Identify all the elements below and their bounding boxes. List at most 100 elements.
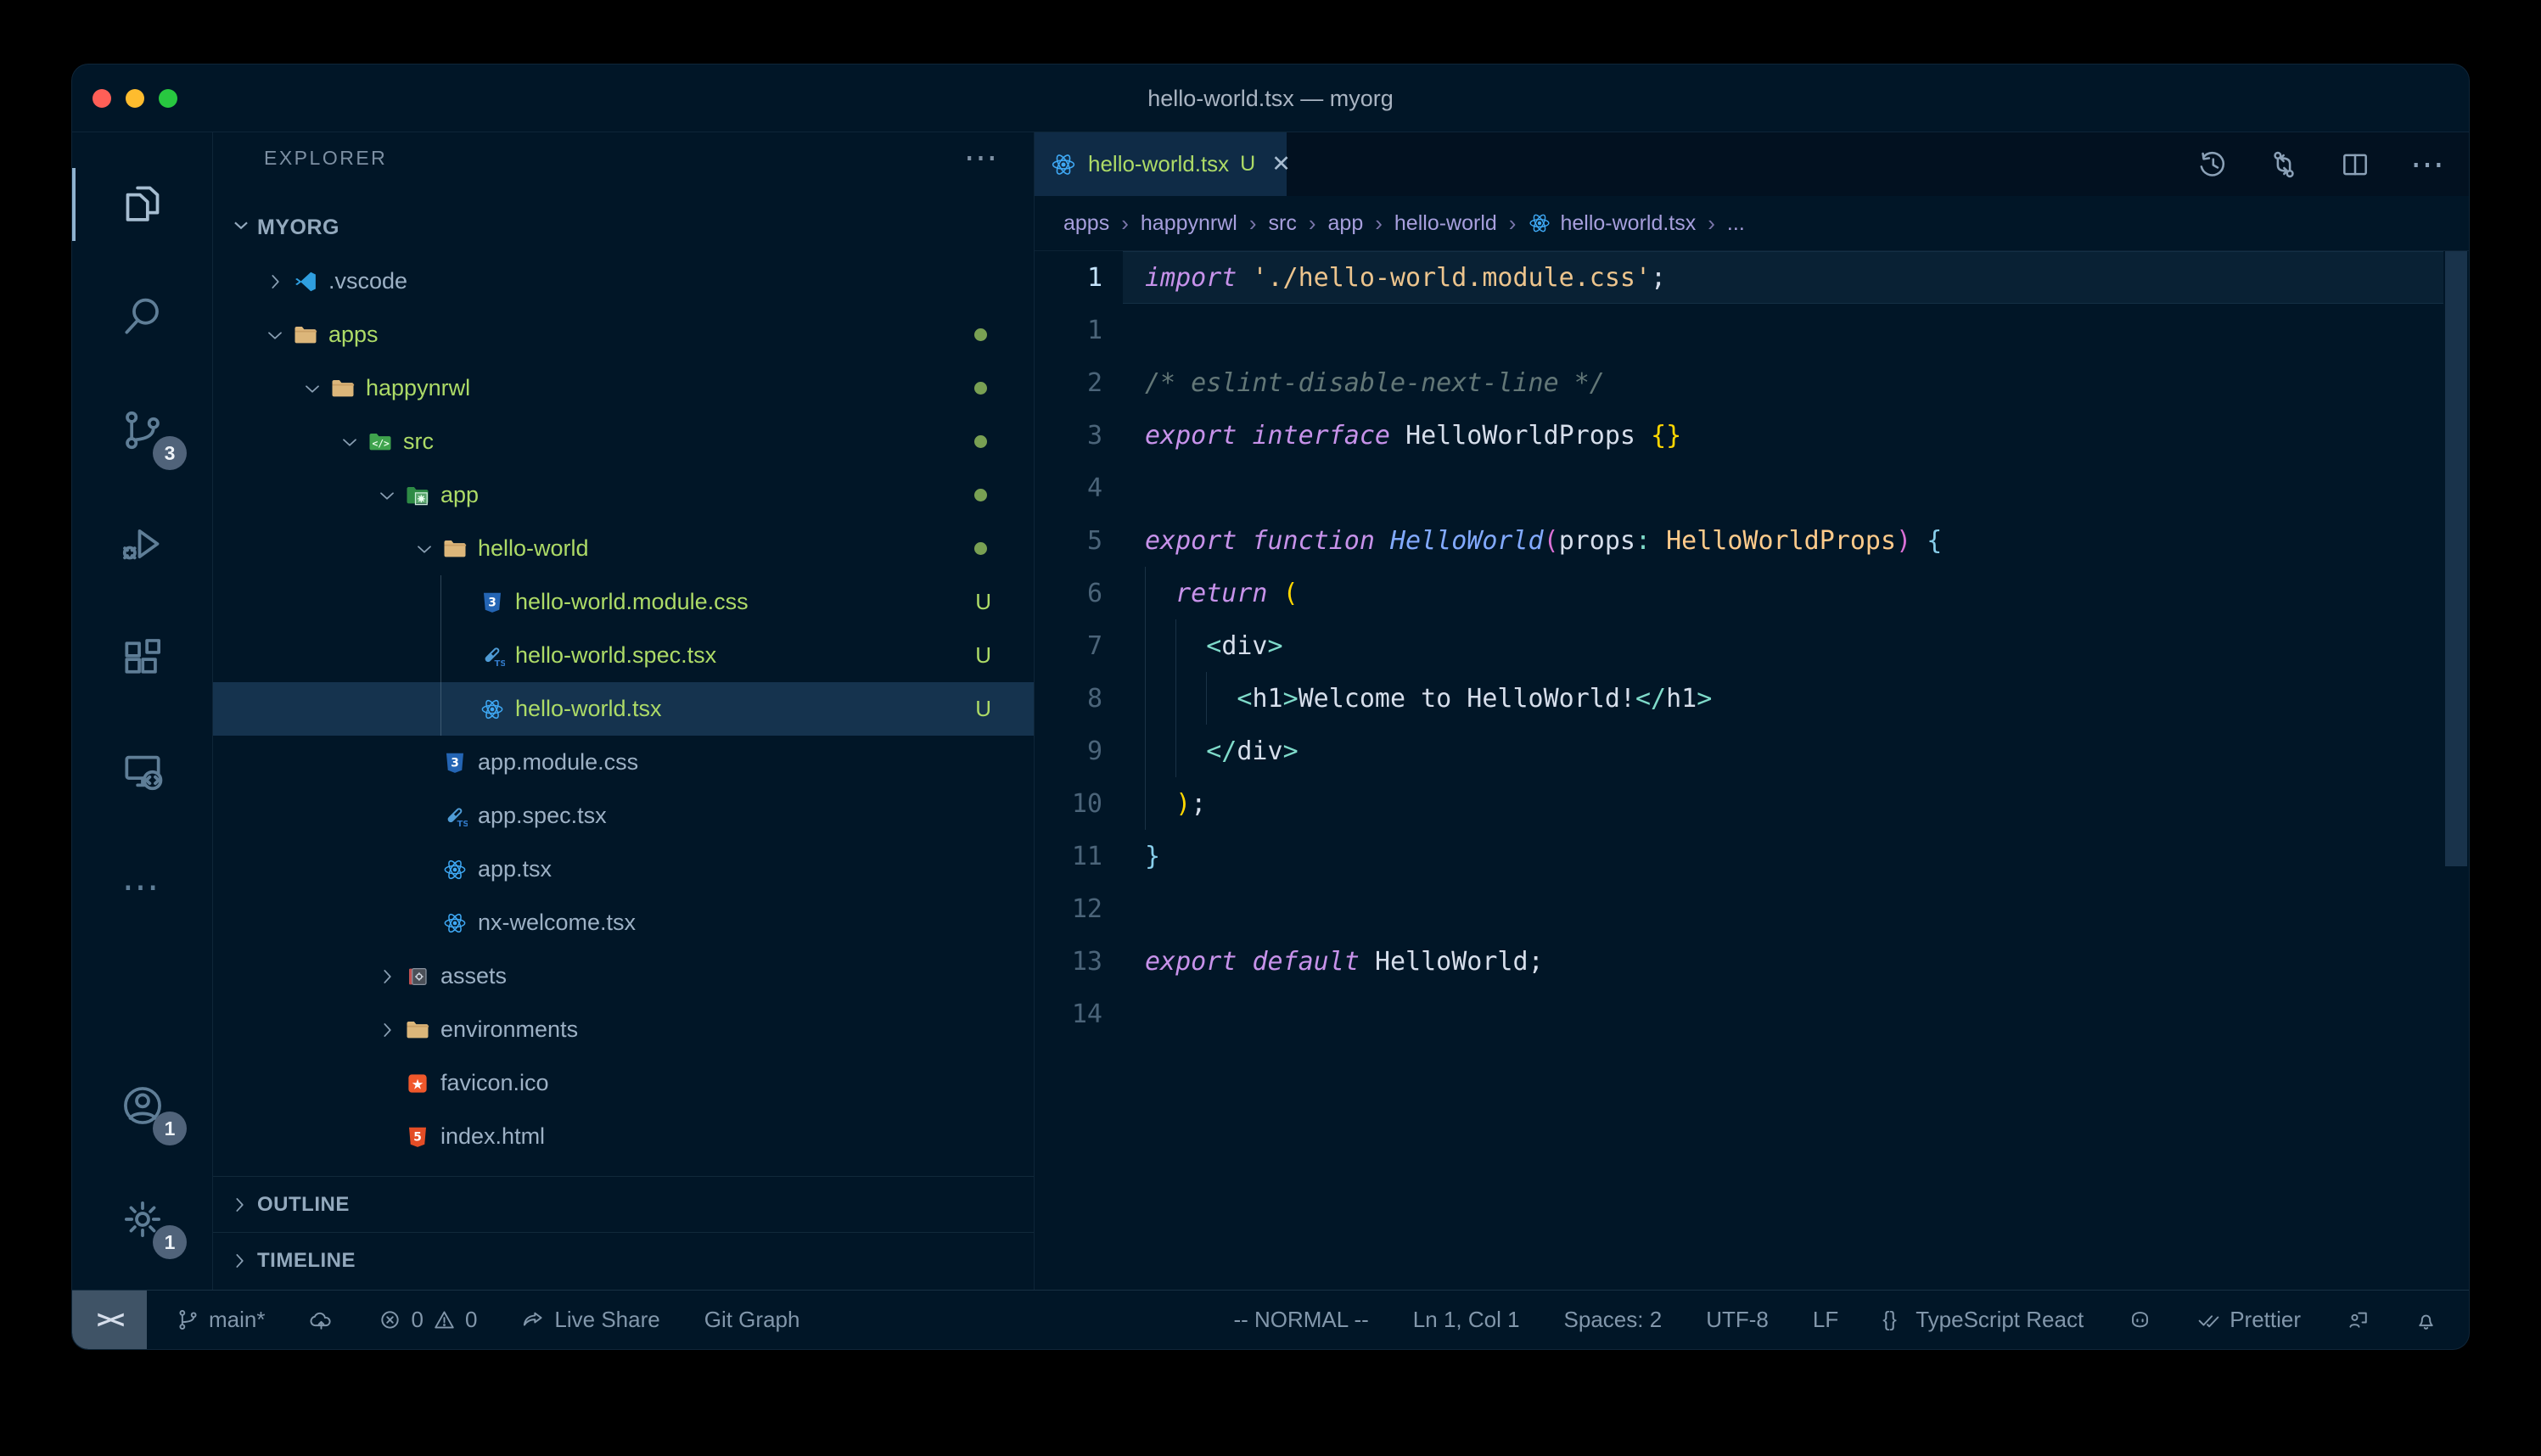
status-cursor-position[interactable]: Ln 1, Col 1: [1413, 1307, 1520, 1333]
breadcrumb-item[interactable]: src: [1269, 211, 1297, 236]
activity-search[interactable]: [72, 261, 212, 375]
split-editor-button[interactable]: [2339, 148, 2371, 181]
tree-item-happynrwl[interactable]: happynrwl: [213, 361, 1034, 415]
run-debug-icon: [119, 520, 166, 572]
status-vim-mode[interactable]: -- NORMAL --: [1233, 1307, 1368, 1333]
code-line[interactable]: 11}: [1035, 830, 2469, 882]
tree-item-hello-world-spec-tsx[interactable]: TShello-world.spec.tsxU: [213, 629, 1034, 682]
chevron-down-icon: [264, 324, 293, 346]
line-number: 5: [1035, 526, 1102, 556]
open-changes-button[interactable]: [2268, 148, 2300, 181]
code-line[interactable]: 9 </div>: [1035, 725, 2469, 777]
folder-icon: [405, 1017, 430, 1043]
tree-item-apps[interactable]: apps: [213, 308, 1034, 361]
activity-extensions[interactable]: [72, 602, 212, 716]
code-line[interactable]: 6 return (: [1035, 567, 2469, 619]
breadcrumb-separator: ›: [1249, 210, 1257, 237]
breadcrumb-separator: ›: [1509, 210, 1517, 237]
breadcrumb-label: src: [1269, 211, 1297, 236]
close-tab-icon[interactable]: ✕: [1271, 151, 1291, 177]
breadcrumb-item[interactable]: hello-world.tsx: [1528, 211, 1696, 236]
code-editor[interactable]: 1import './hello-world.module.css';12/* …: [1035, 251, 2469, 1040]
code-line[interactable]: 12: [1035, 882, 2469, 935]
git-modified-dot: [974, 328, 987, 341]
breadcrumb-item[interactable]: ...: [1727, 211, 1745, 236]
code-text: </div>: [1145, 736, 1299, 766]
status-prettier[interactable]: Prettier: [2196, 1307, 2301, 1333]
code-line[interactable]: 3export interface HelloWorldProps {}: [1035, 409, 2469, 462]
section-outline[interactable]: OUTLINE: [213, 1176, 1034, 1232]
code-line[interactable]: 8 <h1>Welcome to HelloWorld!</h1>: [1035, 672, 2469, 725]
code-line[interactable]: 2/* eslint-disable-next-line */: [1035, 356, 2469, 409]
activity-remote-explorer[interactable]: [72, 716, 212, 830]
breadcrumb-item[interactable]: happynrwl: [1141, 211, 1237, 236]
tree-item-environments[interactable]: environments: [213, 1003, 1034, 1056]
double-check-icon: [2196, 1308, 2221, 1332]
chevron-down-icon: [339, 431, 367, 453]
tree-item-hello-world[interactable]: hello-world: [213, 522, 1034, 575]
tree-item-app-module-css[interactable]: 3app.module.css: [213, 736, 1034, 789]
remote-indicator[interactable]: ><: [72, 1291, 147, 1349]
status-language-mode[interactable]: {}TypeScript React: [1882, 1307, 2084, 1333]
code-line[interactable]: 7 <div>: [1035, 619, 2469, 672]
status-problems[interactable]: 00: [378, 1307, 477, 1333]
status-sync[interactable]: [309, 1308, 334, 1332]
status-git-graph[interactable]: Git Graph: [704, 1307, 800, 1333]
code-line[interactable]: 10 );: [1035, 777, 2469, 830]
code-line[interactable]: 1import './hello-world.module.css';: [1035, 251, 2469, 304]
tree-item-hello-world-tsx[interactable]: hello-world.tsxU: [213, 682, 1034, 736]
status-feedback[interactable]: [2345, 1308, 2370, 1332]
status-eol[interactable]: LF: [1813, 1307, 1838, 1333]
tab-bar: hello-world.tsx U ✕ ⋯: [1035, 132, 2469, 196]
code-line[interactable]: 13export default HelloWorld;: [1035, 935, 2469, 988]
explorer-sidebar: EXPLORER ⋯ MYORG .vscode apps happynrwl</>…: [213, 132, 1035, 1290]
activity-accounts[interactable]: 1: [72, 1050, 212, 1164]
tree-item-app-tsx[interactable]: app.tsx: [213, 843, 1034, 896]
breadcrumb-item[interactable]: apps: [1063, 211, 1109, 236]
git-untracked-badge: U: [975, 642, 991, 669]
code-line[interactable]: 14: [1035, 988, 2469, 1040]
status-notifications[interactable]: [2414, 1308, 2438, 1332]
tree-item-assets[interactable]: assets: [213, 949, 1034, 1003]
editor-scrollbar[interactable]: [2445, 251, 2467, 866]
explorer-more-actions-icon[interactable]: ⋯: [964, 138, 1001, 177]
workspace-section-header[interactable]: MYORG: [213, 200, 1034, 255]
line-number: 9: [1035, 736, 1102, 766]
file-label: apps: [328, 322, 974, 348]
breadcrumb-item[interactable]: app: [1328, 211, 1364, 236]
file-label: hello-world.tsx: [515, 696, 975, 722]
section-timeline[interactable]: TIMELINE: [213, 1232, 1034, 1288]
code-line[interactable]: 5 export function HelloWorld(props: Hello…: [1035, 514, 2469, 567]
status-live-share[interactable]: Live Share: [521, 1307, 659, 1333]
code-line[interactable]: 4: [1035, 462, 2469, 514]
tree-item--vscode[interactable]: .vscode: [213, 255, 1034, 308]
tree-item-nx-welcome-tsx[interactable]: nx-welcome.tsx: [213, 896, 1034, 949]
file-label: index.html: [440, 1123, 1034, 1150]
tree-item-app[interactable]: app: [213, 468, 1034, 522]
line-number: 14: [1035, 1000, 1102, 1029]
status-indentation[interactable]: Spaces: 2: [1564, 1307, 1663, 1333]
status-git-branch[interactable]: main*: [176, 1307, 265, 1333]
tree-item-index-html[interactable]: 5index.html: [213, 1110, 1034, 1163]
activity-settings[interactable]: 1: [72, 1164, 212, 1278]
status-label: Prettier: [2230, 1307, 2301, 1333]
status-copilot[interactable]: [2128, 1308, 2152, 1332]
tree-item-src[interactable]: </>src: [213, 415, 1034, 468]
css-file-icon: 3: [480, 590, 505, 615]
status-label: main*: [209, 1307, 265, 1333]
activity-run-debug[interactable]: [72, 489, 212, 602]
more-actions-button[interactable]: ⋯: [2410, 145, 2447, 184]
activity-explorer[interactable]: [72, 148, 212, 261]
activity-more[interactable]: ⋯: [72, 830, 212, 944]
tree-item-app-spec-tsx[interactable]: TSapp.spec.tsx: [213, 789, 1034, 843]
sidebar-header: EXPLORER ⋯: [213, 132, 1034, 183]
tree-item-hello-world-module-css[interactable]: 3hello-world.module.cssU: [213, 575, 1034, 629]
breadcrumb-item[interactable]: hello-world: [1394, 211, 1497, 236]
code-line[interactable]: 1: [1035, 304, 2469, 356]
tab-hello-world-tsx[interactable]: hello-world.tsx U ✕: [1035, 132, 1287, 196]
open-previous-editor-button[interactable]: [2196, 148, 2229, 181]
code-text: export function HelloWorld(props: HelloW…: [1145, 526, 1942, 556]
status-encoding[interactable]: UTF-8: [1706, 1307, 1769, 1333]
activity-source-control[interactable]: 3: [72, 375, 212, 489]
tree-item-favicon-ico[interactable]: ★favicon.ico: [213, 1056, 1034, 1110]
